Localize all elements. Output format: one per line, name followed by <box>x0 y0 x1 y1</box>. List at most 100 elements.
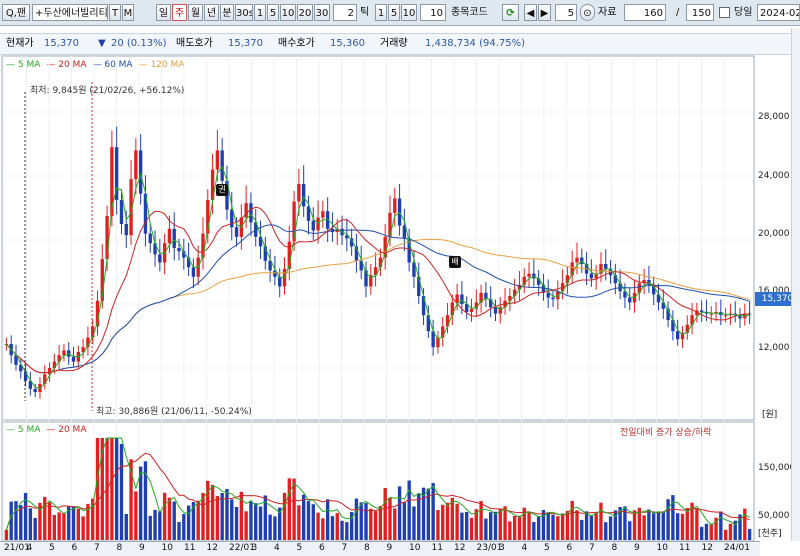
data-count-select[interactable]: 160 <box>624 4 666 21</box>
period-20[interactable]: 20 <box>297 4 313 21</box>
period-10[interactable]: 10 <box>280 4 296 21</box>
x-label: 8 <box>611 543 618 553</box>
volume-bar <box>445 502 450 540</box>
volume-bar <box>474 509 478 540</box>
step-icon[interactable]: ⊙ <box>580 4 595 21</box>
low-annotation: 최저: 9,845원 (21/02/26, +56.12%) <box>30 86 185 96</box>
candle <box>493 307 498 314</box>
x-label: 9 <box>634 543 640 553</box>
ma120-line <box>6 238 750 374</box>
step-input[interactable]: 5 <box>555 4 577 21</box>
volume-bar <box>747 528 752 540</box>
volume-bar <box>134 491 138 540</box>
period-30s[interactable]: 30s <box>235 4 253 21</box>
volume-bar <box>508 521 512 540</box>
x-label: 11 <box>431 543 443 553</box>
candle <box>191 267 196 277</box>
marker-dividend[interactable]: 배 <box>449 256 461 268</box>
volume-bar <box>685 508 689 540</box>
volume-bar <box>273 516 277 540</box>
candle <box>469 308 474 312</box>
tick-input[interactable]: 10 <box>420 4 446 21</box>
volume-bar <box>541 509 546 540</box>
m-button[interactable]: M <box>122 4 134 21</box>
period-day[interactable]: 일 <box>156 4 171 21</box>
search-button[interactable]: Q,팬 <box>2 4 30 21</box>
volume-bar <box>652 513 656 540</box>
x-label: 7 <box>94 543 100 553</box>
vertical-scrollbar[interactable] <box>791 28 800 541</box>
volume-bar <box>182 513 186 540</box>
volume-bar <box>177 521 181 540</box>
volume-bar <box>57 512 61 540</box>
candle <box>393 198 397 213</box>
symbol-input[interactable]: +두산에너빌리티 <box>32 4 108 21</box>
period-5[interactable]: 5 <box>267 4 279 21</box>
period-year[interactable]: 년 <box>204 4 219 21</box>
candle <box>124 224 128 236</box>
today-checkbox[interactable] <box>719 7 730 18</box>
y-tick-24000: 24,000 <box>758 171 790 181</box>
minute-input[interactable]: 2 <box>333 4 357 21</box>
candle <box>215 150 220 170</box>
tick-10[interactable]: 10 <box>401 4 417 21</box>
volume-bar <box>503 506 507 540</box>
tick-5[interactable]: 5 <box>388 4 400 21</box>
period-1[interactable]: 1 <box>254 4 266 21</box>
volume-bar <box>393 508 397 540</box>
prev-icon[interactable]: ◀ <box>524 4 537 21</box>
volume-bar <box>527 512 531 540</box>
volume-bar <box>225 489 229 540</box>
code-label: 종목코드 <box>451 7 488 18</box>
volume-bar <box>210 484 215 540</box>
period-30[interactable]: 30 <box>314 4 330 21</box>
volume-bar <box>383 488 387 540</box>
volume-bar <box>460 512 464 540</box>
candle <box>723 315 728 317</box>
x-label: 4 <box>521 543 528 553</box>
date-input[interactable]: 2024-02 <box>757 4 800 21</box>
volume-panel-frame <box>1 421 755 541</box>
x-label: 9 <box>139 543 145 553</box>
volume-bar <box>695 508 699 540</box>
period-month[interactable]: 월 <box>188 4 203 21</box>
candle <box>604 264 608 269</box>
volume-bar <box>532 521 536 540</box>
candle <box>134 150 138 180</box>
volume-bar <box>431 483 435 540</box>
ma60-line <box>6 224 750 374</box>
candle <box>33 388 37 392</box>
candle <box>589 273 594 279</box>
candle <box>316 217 320 231</box>
volume-bar <box>297 505 301 540</box>
candle <box>676 331 680 340</box>
refresh-icon[interactable]: ⟳ <box>502 4 519 21</box>
vol-tick-50000: 50,000 <box>758 511 790 521</box>
marker-rights[interactable]: 권 <box>216 184 228 196</box>
candle <box>234 227 239 237</box>
volume-bar <box>302 494 306 540</box>
next-icon[interactable]: ▶ <box>538 4 551 21</box>
candle <box>249 203 253 223</box>
x-label: 11 <box>184 543 196 553</box>
volume-bar <box>52 514 57 540</box>
x-label: 10 <box>409 543 421 553</box>
price-chart[interactable] <box>0 26 760 541</box>
period-minute[interactable]: 분 <box>220 4 234 21</box>
tick-1[interactable]: 1 <box>375 4 387 21</box>
x-label: 24/01 <box>724 543 750 553</box>
volume-bar <box>311 504 315 540</box>
volume-bar <box>373 511 378 540</box>
candle <box>388 212 392 237</box>
volume-bar <box>589 515 594 540</box>
volume-bar <box>517 515 522 540</box>
volume-bar <box>172 501 176 540</box>
t-button[interactable]: T <box>109 4 121 21</box>
volume-bar <box>215 496 220 540</box>
volume-bar <box>436 509 440 540</box>
volume-bar <box>167 497 172 540</box>
x-axis: 21/01 4 5 6 7 8 9 10 11 12 22/01 3 4 5 6 7 8 9 10 11 12 23/01… <box>0 541 760 556</box>
period-week[interactable]: 주 <box>172 4 187 21</box>
candle <box>105 216 109 260</box>
volume-bar <box>124 513 128 540</box>
